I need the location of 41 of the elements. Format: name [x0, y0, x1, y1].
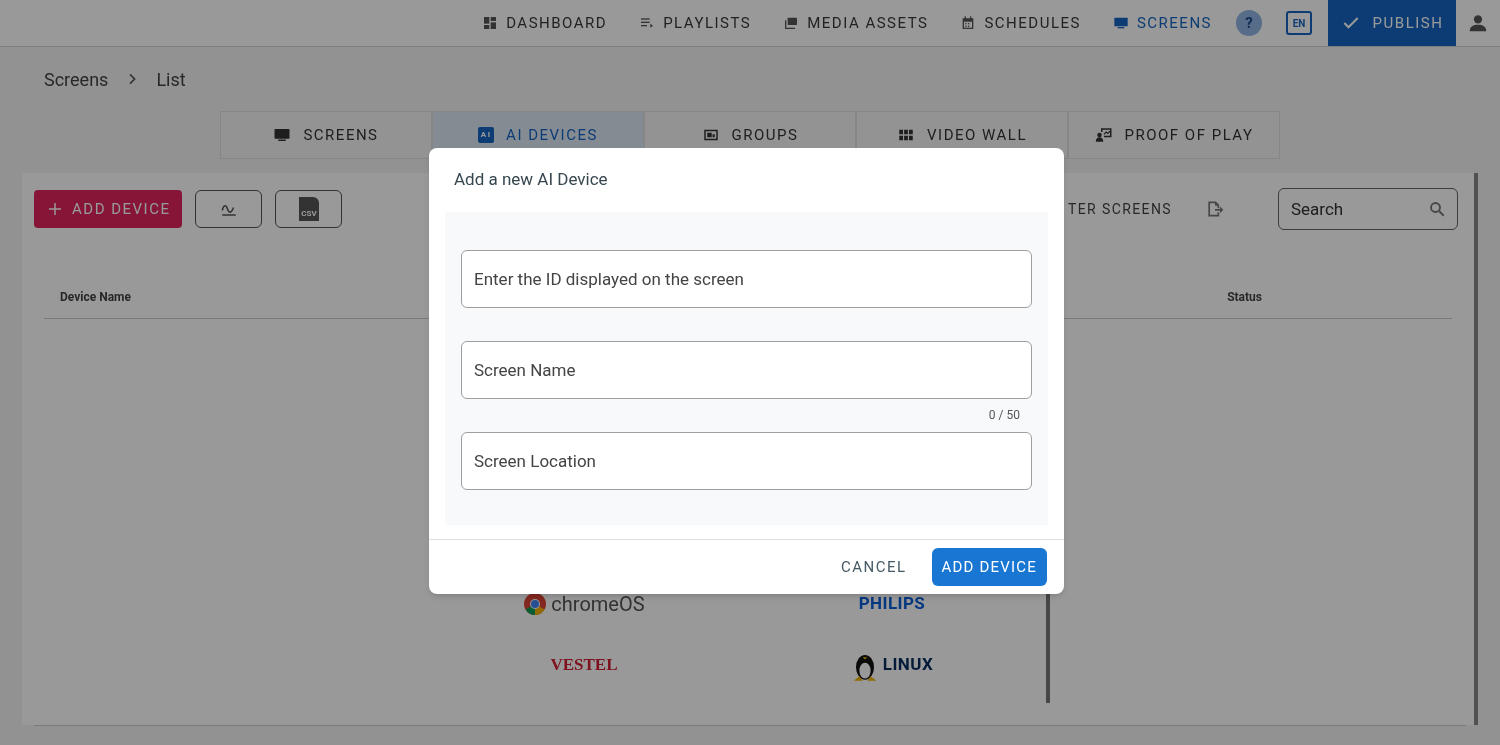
dashboard-icon [482, 15, 499, 31]
nav-link[interactable]: SCHEDULES [944, 0, 1097, 46]
column-header: Status [1227, 288, 1262, 306]
playlist-icon [639, 15, 656, 31]
search-icon [1428, 200, 1446, 218]
input-field[interactable]: Enter the ID displayed on the screen [461, 250, 1032, 308]
character-counter: 0 / 50 [988, 407, 1020, 424]
platform-logo: PHILIPS [858, 592, 926, 616]
cancel-button[interactable]: CANCEL [832, 547, 915, 587]
add-device-button[interactable]: ADD DEVICE [931, 548, 1047, 586]
csv-button[interactable]: CSV [275, 190, 343, 228]
column-header: Device Name [60, 288, 131, 306]
chip-icon: AI [478, 127, 495, 143]
monitor-icon [273, 126, 292, 144]
input-field[interactable]: Screen Location [461, 432, 1032, 490]
nav-link[interactable]: DASHBOARD [466, 0, 624, 46]
csv-file-icon: CSV [299, 197, 319, 221]
tab[interactable]: SCREENS [220, 111, 432, 159]
breadcrumb-item: List [156, 67, 186, 92]
plus-icon [46, 200, 64, 218]
dialog-title: Add a new AI Device [453, 168, 609, 192]
nav-link[interactable]: MEDIA ASSETS [767, 0, 945, 46]
platform-logo: VESTEL [550, 654, 618, 677]
filter-button[interactable]: TER SCREENS [1067, 198, 1172, 220]
monitor-icon [1112, 15, 1129, 31]
breadcrumb-item[interactable]: Screens [44, 65, 109, 93]
platform-logo: LINUX [882, 653, 934, 677]
presentation-icon [1094, 126, 1113, 144]
user-icon[interactable] [1467, 12, 1489, 34]
input-field[interactable]: Screen Name [461, 341, 1032, 399]
language-button[interactable]: EN [1286, 11, 1312, 35]
add-device-button[interactable]: ADD DEVICE [34, 190, 183, 228]
nav-link[interactable]: PLAYLISTS [623, 0, 768, 46]
publish-button[interactable]: PUBLISH [1328, 0, 1456, 46]
nav-link[interactable]: SCREENS [1096, 0, 1228, 46]
export-icon[interactable] [1205, 199, 1225, 219]
images-icon [783, 15, 800, 31]
search-field[interactable]: Search [1278, 188, 1458, 230]
tab[interactable]: PROOF OF PLAY [1068, 111, 1280, 159]
platform-logo: chromeOS [551, 591, 645, 618]
chart-button[interactable] [195, 190, 263, 228]
